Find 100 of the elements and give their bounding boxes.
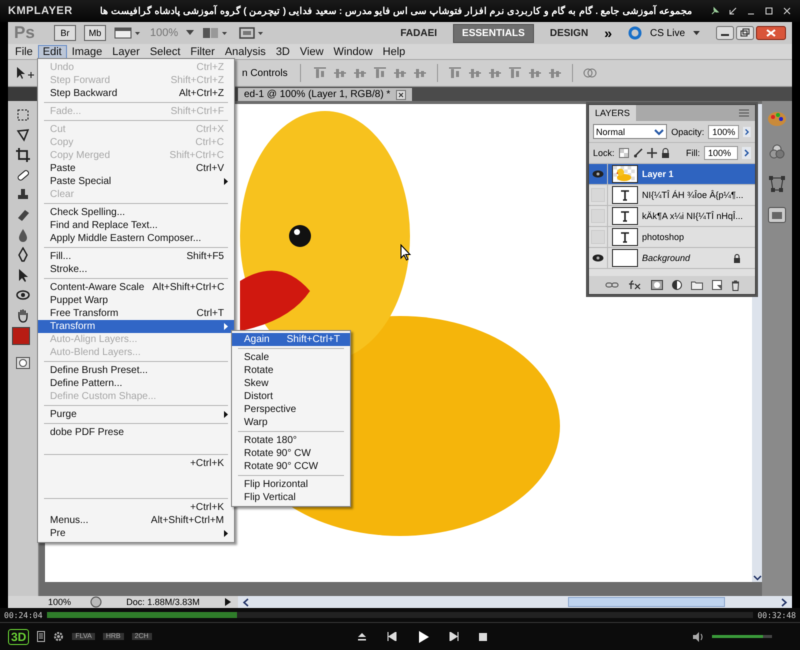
menu-item[interactable]: Skew	[232, 377, 350, 390]
scroll-down-icon[interactable]	[752, 573, 762, 582]
panel-tab[interactable]: LAYERS	[589, 105, 636, 121]
cs-live-icon[interactable]	[628, 26, 642, 40]
dropdown-chevron-icon[interactable]	[654, 128, 664, 136]
menu-item[interactable]: Flip Vertical	[232, 491, 350, 504]
eye-icon[interactable]	[592, 254, 604, 262]
menu-item[interactable]: Scale	[232, 351, 350, 364]
menu-item[interactable]: Distort	[232, 390, 350, 403]
foreground-color-swatch[interactable]	[12, 327, 30, 345]
close-icon[interactable]	[396, 90, 406, 100]
3d-mode-button[interactable]: 3D	[8, 628, 30, 644]
quick-mask-icon[interactable]	[16, 357, 30, 369]
caret-icon[interactable]	[186, 30, 194, 36]
menu-item[interactable]: Paste Ctrl+V	[38, 162, 234, 175]
menu-item[interactable]: Perspective	[232, 403, 350, 416]
new-layer-icon[interactable]	[712, 280, 722, 290]
menu-item[interactable]: Paste Special	[38, 175, 234, 188]
more-workspaces-button[interactable]: »	[604, 25, 612, 41]
previous-icon[interactable]	[386, 632, 397, 641]
blend-mode-dropdown[interactable]: Normal	[593, 124, 668, 139]
menu-bar-item[interactable]: Select	[146, 46, 184, 58]
menu-item[interactable]: Warp	[232, 416, 350, 429]
mask-icon[interactable]	[650, 280, 662, 290]
align-icon[interactable]	[508, 66, 522, 80]
menu-item[interactable]: Again Shift+Ctrl+T	[232, 333, 350, 346]
expand-arrow-icon[interactable]	[743, 126, 751, 138]
align-icon[interactable]	[372, 66, 387, 80]
maximize-icon[interactable]	[764, 6, 774, 16]
play-icon[interactable]	[416, 630, 429, 642]
folder-icon[interactable]	[690, 280, 702, 290]
brush-icon[interactable]	[632, 148, 643, 158]
menu-item[interactable]: Rotate 90° CW	[232, 447, 350, 460]
align-icon[interactable]	[392, 66, 407, 80]
menu-item[interactable]: +Ctrl+K	[38, 457, 234, 470]
menu-item[interactable]: Check Spelling...	[38, 206, 234, 219]
eraser-icon[interactable]	[15, 207, 31, 223]
menu-item[interactable]: Apply Middle Eastern Composer...	[38, 232, 234, 245]
fill-field[interactable]: 100%	[704, 146, 738, 160]
workspace-button[interactable]: FADAEI	[392, 24, 446, 42]
menu-item[interactable]: Step Backward Alt+Ctrl+Z	[38, 87, 234, 100]
align-icon[interactable]	[332, 66, 347, 80]
restore-arrow-icon[interactable]	[728, 6, 738, 16]
collapse-strip[interactable]	[8, 87, 38, 101]
workspace-button[interactable]: ESSENTIALS	[453, 24, 534, 42]
app-launch-button[interactable]: Br	[54, 25, 76, 41]
eye-icon[interactable]	[592, 170, 604, 178]
path-points-icon[interactable]	[768, 175, 786, 193]
pin-icon[interactable]	[710, 6, 720, 16]
layer-row[interactable]: photoshop	[589, 227, 755, 248]
speaker-icon[interactable]	[692, 632, 704, 642]
menu-item[interactable]: Puppet Warp	[38, 294, 234, 307]
opacity-field[interactable]: 100%	[708, 124, 740, 138]
view-layout-icon[interactable]	[114, 26, 142, 40]
menu-item[interactable]: Menus... Alt+Shift+Ctrl+M	[38, 514, 234, 527]
zoom-level-field[interactable]: 100%	[48, 597, 84, 607]
app-launch-button[interactable]: Mb	[84, 25, 106, 41]
adjustment-layer-icon[interactable]	[672, 280, 682, 290]
seek-bar[interactable]	[46, 612, 754, 618]
restore-icon[interactable]	[736, 26, 754, 40]
menu-bar-item[interactable]: Image	[68, 46, 106, 58]
align-icon[interactable]	[488, 66, 502, 80]
menu-bar-item[interactable]: Filter	[186, 46, 219, 58]
lock-transparency-icon[interactable]	[618, 148, 629, 158]
align-icon[interactable]	[448, 66, 462, 80]
workspace-button[interactable]: DESIGN	[542, 24, 596, 42]
menu-bar-item[interactable]: View	[296, 46, 328, 58]
menu-item[interactable]: Transform	[38, 320, 234, 333]
align-icon[interactable]	[352, 66, 367, 80]
lock-icon[interactable]	[660, 148, 670, 158]
fx-icon[interactable]	[628, 280, 642, 290]
cs-live-menu[interactable]: CS Live	[650, 28, 685, 38]
menu-item[interactable]: Rotate	[232, 364, 350, 377]
align-icon[interactable]	[412, 66, 427, 80]
menu-item[interactable]: Define Pattern...	[38, 377, 234, 390]
align-icon[interactable]	[528, 66, 542, 80]
menu-item[interactable]: Fill... Shift+F5	[38, 250, 234, 263]
menu-item[interactable]: +Ctrl+K	[38, 501, 234, 514]
menu-item[interactable]: Pre	[38, 527, 234, 540]
trash-icon[interactable]	[730, 280, 740, 290]
layer-row[interactable]: kÄk¶A x¼i NI{¼TÎ nHqÎ...	[589, 206, 755, 227]
menu-item[interactable]: Stroke...	[38, 263, 234, 276]
link-icon[interactable]	[604, 281, 618, 289]
expand-arrow-icon[interactable]	[742, 147, 751, 159]
menu-item[interactable]: Free Transform Ctrl+T	[38, 307, 234, 320]
menu-item[interactable]: Find and Replace Text...	[38, 219, 234, 232]
menu-bar-item[interactable]: File	[11, 46, 37, 58]
align-icon[interactable]	[468, 66, 482, 80]
layer-row[interactable]: NI{¼TÎ ÁH ¾Îoe Â{p¼¶...	[589, 185, 755, 206]
next-icon[interactable]	[448, 632, 459, 641]
caret-icon[interactable]	[693, 30, 700, 36]
menu-bar-item[interactable]: Edit	[38, 46, 66, 58]
menu-item[interactable]: Define Brush Preset...	[38, 364, 234, 377]
minimize-icon[interactable]	[716, 26, 734, 40]
menu-item[interactable]: Rotate 180°	[232, 434, 350, 447]
align-icon[interactable]	[548, 66, 562, 80]
document-tab[interactable]: ed-1 @ 100% (Layer 1, RGB/8) *	[238, 88, 412, 101]
menu-bar-item[interactable]: Analysis	[220, 46, 270, 58]
menu-bar-item[interactable]: Help	[378, 46, 410, 58]
settings-icon[interactable]	[53, 631, 64, 642]
